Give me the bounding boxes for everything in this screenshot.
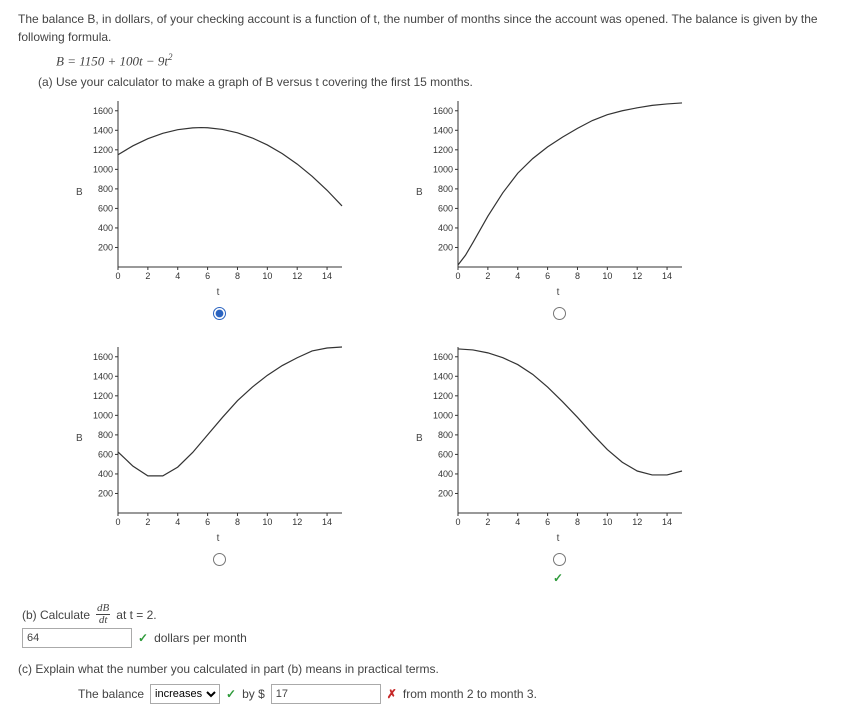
y-axis-label: B bbox=[416, 187, 423, 198]
part-b-units: dollars per month bbox=[154, 631, 247, 645]
svg-text:1000: 1000 bbox=[433, 411, 453, 421]
svg-text:10: 10 bbox=[262, 271, 272, 281]
wrong-icon: ✗ bbox=[387, 687, 397, 701]
svg-text:600: 600 bbox=[98, 204, 113, 214]
svg-text:12: 12 bbox=[292, 271, 302, 281]
svg-text:1200: 1200 bbox=[93, 145, 113, 155]
part-c-label: (c) Explain what the number you calculat… bbox=[18, 662, 846, 676]
graph-option-radio-2[interactable] bbox=[213, 553, 226, 566]
svg-text:1600: 1600 bbox=[433, 106, 453, 116]
svg-text:1600: 1600 bbox=[93, 106, 113, 116]
svg-text:8: 8 bbox=[575, 271, 580, 281]
svg-text:0: 0 bbox=[115, 271, 120, 281]
svg-text:4: 4 bbox=[175, 271, 180, 281]
svg-text:1400: 1400 bbox=[433, 372, 453, 382]
svg-text:6: 6 bbox=[205, 517, 210, 527]
y-axis-label: B bbox=[416, 433, 423, 444]
svg-text:1000: 1000 bbox=[433, 165, 453, 175]
formula: B = 1150 + 100t − 9t2 bbox=[56, 52, 846, 69]
svg-text:1200: 1200 bbox=[93, 391, 113, 401]
svg-text:600: 600 bbox=[438, 450, 453, 460]
part-c-by: by $ bbox=[242, 687, 265, 701]
svg-text:0: 0 bbox=[455, 517, 460, 527]
svg-text:200: 200 bbox=[438, 489, 453, 499]
svg-text:400: 400 bbox=[98, 469, 113, 479]
svg-text:400: 400 bbox=[438, 469, 453, 479]
svg-text:4: 4 bbox=[515, 271, 520, 281]
svg-text:400: 400 bbox=[98, 223, 113, 233]
graph-option-radio-3[interactable] bbox=[553, 553, 566, 566]
svg-text:800: 800 bbox=[98, 184, 113, 194]
check-icon: ✓ bbox=[553, 571, 563, 585]
svg-text:10: 10 bbox=[262, 517, 272, 527]
part-c-sentence-end: from month 2 to month 3. bbox=[403, 687, 537, 701]
chart-option-2: B200400600800100012001400160002468101214… bbox=[88, 341, 348, 583]
svg-text:1000: 1000 bbox=[93, 165, 113, 175]
part-c-sentence-start: The balance bbox=[78, 687, 144, 701]
part-b-label: (b) Calculate dB dt at t = 2. bbox=[22, 603, 846, 626]
problem-intro: The balance B, in dollars, of your check… bbox=[18, 10, 846, 46]
x-axis-label: t bbox=[557, 533, 560, 544]
svg-text:600: 600 bbox=[438, 204, 453, 214]
svg-text:8: 8 bbox=[575, 517, 580, 527]
svg-text:8: 8 bbox=[235, 271, 240, 281]
svg-text:2: 2 bbox=[485, 517, 490, 527]
svg-text:1200: 1200 bbox=[433, 145, 453, 155]
svg-text:600: 600 bbox=[98, 450, 113, 460]
svg-text:10: 10 bbox=[602, 517, 612, 527]
svg-text:14: 14 bbox=[662, 517, 672, 527]
svg-text:12: 12 bbox=[292, 517, 302, 527]
svg-text:200: 200 bbox=[438, 243, 453, 253]
svg-text:1400: 1400 bbox=[93, 126, 113, 136]
svg-text:1400: 1400 bbox=[433, 126, 453, 136]
svg-text:12: 12 bbox=[632, 517, 642, 527]
svg-text:4: 4 bbox=[175, 517, 180, 527]
part-a-label: (a) Use your calculator to make a graph … bbox=[38, 75, 846, 89]
svg-text:4: 4 bbox=[515, 517, 520, 527]
y-axis-label: B bbox=[76, 433, 83, 444]
svg-text:12: 12 bbox=[632, 271, 642, 281]
svg-text:1200: 1200 bbox=[433, 391, 453, 401]
x-axis-label: t bbox=[217, 533, 220, 544]
y-axis-label: B bbox=[76, 187, 83, 198]
svg-text:14: 14 bbox=[322, 271, 332, 281]
check-icon: ✓ bbox=[138, 631, 148, 645]
svg-text:800: 800 bbox=[98, 430, 113, 440]
svg-text:1400: 1400 bbox=[93, 372, 113, 382]
part-b-answer-input[interactable]: 64 bbox=[22, 628, 132, 648]
svg-text:14: 14 bbox=[322, 517, 332, 527]
svg-text:0: 0 bbox=[455, 271, 460, 281]
svg-text:400: 400 bbox=[438, 223, 453, 233]
svg-text:2: 2 bbox=[145, 517, 150, 527]
svg-text:8: 8 bbox=[235, 517, 240, 527]
x-axis-label: t bbox=[217, 287, 220, 298]
svg-text:0: 0 bbox=[115, 517, 120, 527]
chart-option-3: B200400600800100012001400160002468101214… bbox=[428, 341, 688, 583]
svg-text:800: 800 bbox=[438, 430, 453, 440]
part-c-select[interactable]: increases bbox=[150, 684, 220, 704]
svg-text:200: 200 bbox=[98, 489, 113, 499]
svg-text:800: 800 bbox=[438, 184, 453, 194]
graph-option-radio-1[interactable] bbox=[553, 307, 566, 320]
graph-option-radio-0[interactable] bbox=[213, 307, 226, 320]
svg-text:6: 6 bbox=[545, 271, 550, 281]
part-c-answer-input[interactable]: 17 bbox=[271, 684, 381, 704]
svg-text:6: 6 bbox=[545, 517, 550, 527]
x-axis-label: t bbox=[557, 287, 560, 298]
chart-option-0: B200400600800100012001400160002468101214… bbox=[88, 95, 348, 337]
svg-text:1600: 1600 bbox=[93, 352, 113, 362]
svg-text:10: 10 bbox=[602, 271, 612, 281]
svg-text:1000: 1000 bbox=[93, 411, 113, 421]
svg-text:1600: 1600 bbox=[433, 352, 453, 362]
svg-text:2: 2 bbox=[485, 271, 490, 281]
svg-text:14: 14 bbox=[662, 271, 672, 281]
check-icon: ✓ bbox=[226, 687, 236, 701]
chart-option-1: B200400600800100012001400160002468101214… bbox=[428, 95, 688, 337]
svg-text:200: 200 bbox=[98, 243, 113, 253]
svg-text:2: 2 bbox=[145, 271, 150, 281]
svg-text:6: 6 bbox=[205, 271, 210, 281]
